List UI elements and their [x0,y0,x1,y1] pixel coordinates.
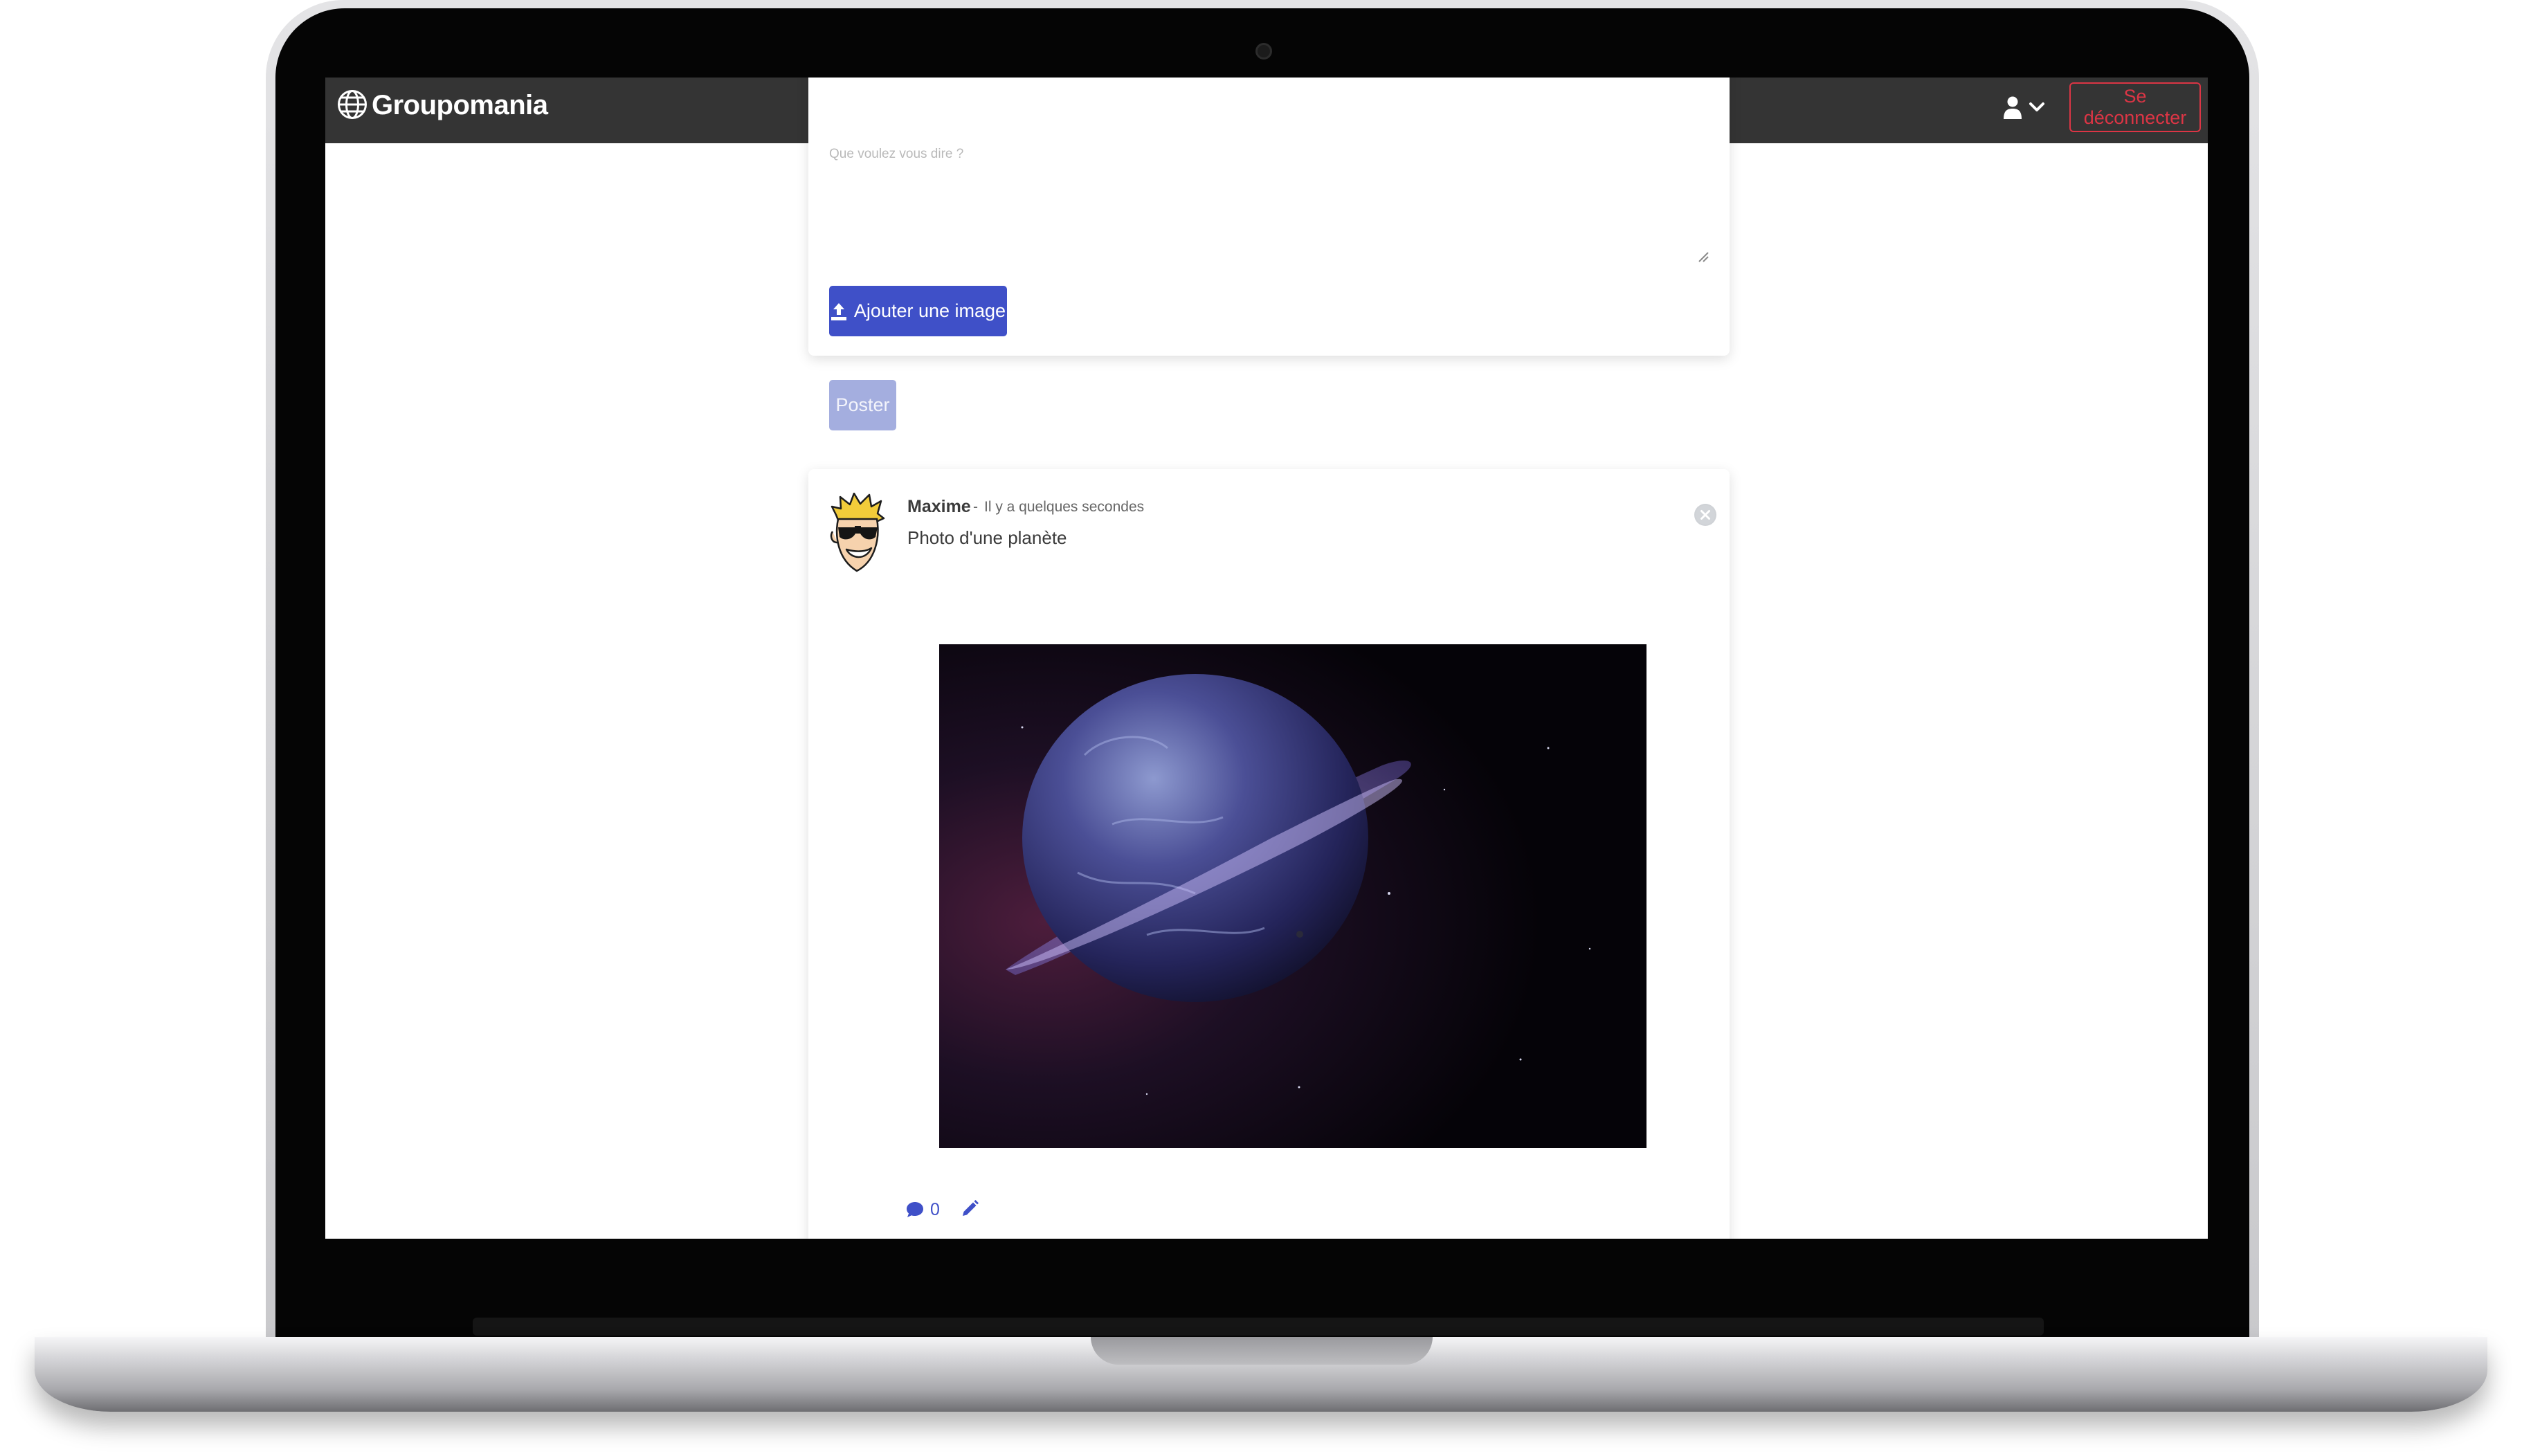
add-image-button[interactable]: Ajouter une image [829,286,1007,336]
post-card: Maxime - Il y a quelques secondes Photo … [808,469,1730,1239]
comment-icon [907,1202,923,1217]
comment-count: 0 [930,1200,940,1219]
post-text: Photo d'une planète [907,527,1067,548]
avatar[interactable] [829,493,886,576]
upload-icon [831,302,846,320]
post-meta-separator: - [973,499,978,515]
pencil-icon[interactable] [959,1199,980,1219]
laptop-bottom-bezel [473,1318,2044,1336]
user-icon[interactable] [2003,95,2022,120]
resize-handle-icon[interactable] [1696,250,1709,262]
laptop-notch [1091,1337,1433,1365]
post-author[interactable]: Maxime [907,497,971,517]
close-icon [1696,505,1715,525]
delete-post-button[interactable] [1694,504,1716,526]
post-timestamp: Il y a quelques secondes [984,499,1145,515]
submit-post-button[interactable]: Poster [829,380,896,430]
logout-button[interactable]: Se déconnecter [2069,82,2201,132]
post-image[interactable] [939,644,1646,1148]
comments-button[interactable]: 0 [905,1198,940,1221]
add-image-label: Ajouter une image [853,300,1006,321]
brand-name[interactable]: Groupomania [372,90,548,120]
webcam [1255,43,1272,60]
new-post-card: Ajouter une image Poster [808,78,1730,430]
chevron-down-icon[interactable] [2028,98,2046,116]
globe-icon[interactable] [336,89,368,120]
browser-viewport: Groupomania Se déconnecter Ajouter une i… [325,78,2208,1239]
post-text-input[interactable] [829,147,1707,256]
